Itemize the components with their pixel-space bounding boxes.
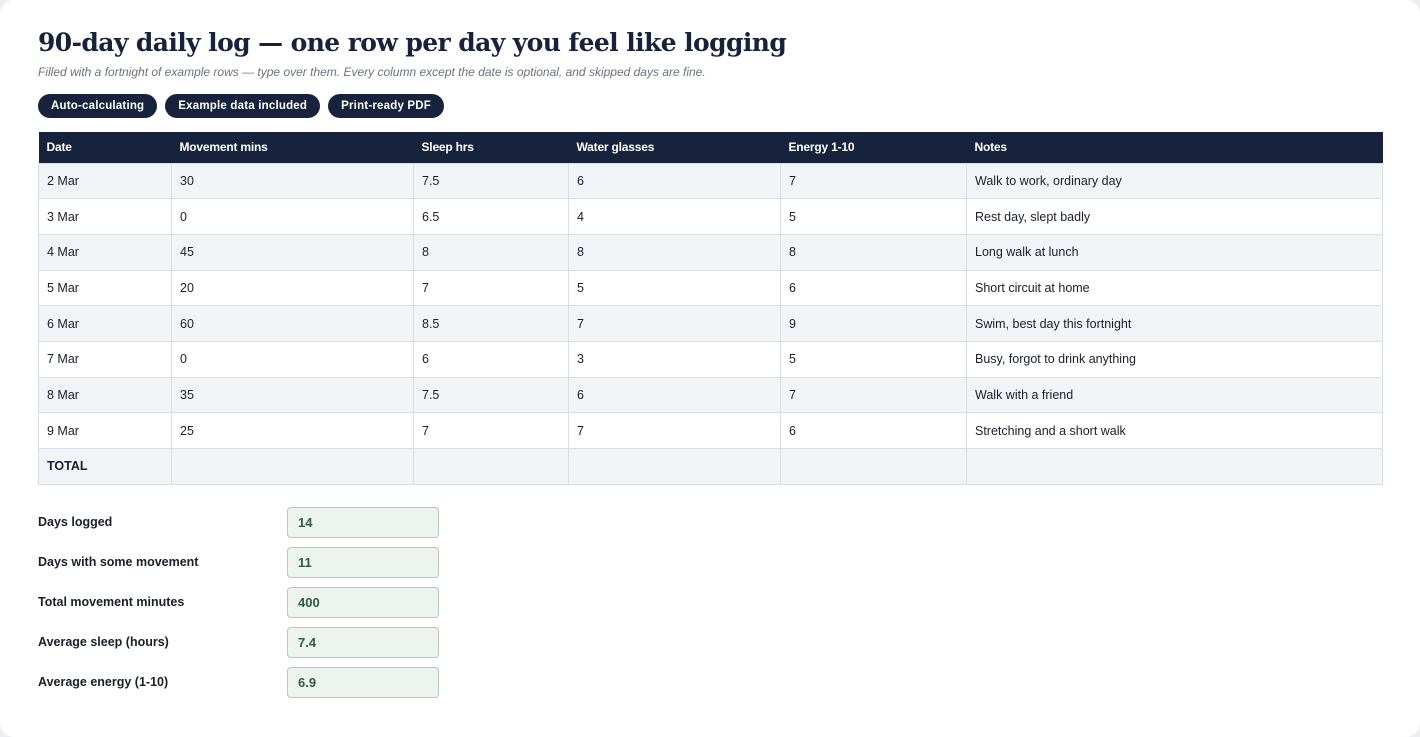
average-energy-value: 6.9 bbox=[287, 666, 439, 698]
cell-date[interactable]: 2 Mar bbox=[38, 162, 172, 200]
cell-date[interactable]: 9 Mar bbox=[38, 412, 172, 449]
cell-water-glasses[interactable]: 5 bbox=[568, 269, 781, 307]
days-logged-value: 14 bbox=[287, 506, 439, 538]
cell-sleep-hrs[interactable]: 8.5 bbox=[413, 305, 569, 342]
summary-row-average-energy: Average energy (1-10) 6.9 bbox=[38, 662, 439, 702]
table-row: 2 Mar 30 7.5 6 7 Walk to work, ordinary day bbox=[38, 162, 1383, 200]
cell-sleep-hrs[interactable]: 7.5 bbox=[413, 162, 569, 200]
cell-date[interactable]: 6 Mar bbox=[38, 305, 172, 342]
table-row: 5 Mar 20 7 5 6 Short circuit at home bbox=[38, 269, 1383, 307]
column-header-movement: Movement mins bbox=[171, 132, 414, 163]
cell-water-glasses[interactable]: 6 bbox=[568, 376, 781, 414]
table-row: 8 Mar 35 7.5 6 7 Walk with a friend bbox=[38, 376, 1383, 414]
summary-label: Average sleep (hours) bbox=[38, 635, 169, 649]
badge-print-ready: Print-ready PDF bbox=[328, 94, 445, 118]
cell-movement-mins[interactable]: 35 bbox=[171, 376, 414, 414]
cell-water-glasses[interactable]: 3 bbox=[568, 340, 781, 378]
summary-label: Days logged bbox=[38, 515, 113, 529]
total-cell bbox=[780, 448, 967, 485]
page-title: 90-day daily log — one row per day you f… bbox=[38, 28, 787, 57]
page-subtitle: Filled with a fortnight of example rows … bbox=[38, 65, 706, 79]
summary-row-days-movement: Days with some movement 11 bbox=[38, 542, 439, 582]
table-row: 7 Mar 0 6 3 5 Busy, forgot to drink anything bbox=[38, 340, 1383, 378]
cell-notes[interactable]: Long walk at lunch bbox=[966, 233, 1383, 271]
total-row: TOTAL bbox=[38, 448, 1383, 485]
summary-row-average-sleep: Average sleep (hours) 7.4 bbox=[38, 622, 439, 662]
total-cell bbox=[568, 448, 781, 485]
column-header-date: Date bbox=[38, 132, 172, 163]
cell-energy[interactable]: 5 bbox=[780, 340, 967, 378]
cell-movement-mins[interactable]: 45 bbox=[171, 233, 414, 271]
table-row: 6 Mar 60 8.5 7 9 Swim, best day this fortnigh… bbox=[38, 305, 1383, 342]
cell-movement-mins[interactable]: 0 bbox=[171, 340, 414, 378]
average-sleep-value: 7.4 bbox=[287, 626, 439, 658]
summary-row-total-movement: Total movement minutes 400 bbox=[38, 582, 439, 622]
summary-label: Average energy (1-10) bbox=[38, 675, 169, 689]
cell-energy[interactable]: 7 bbox=[780, 376, 967, 414]
table-row: 3 Mar 0 6.5 4 5 Rest day, slept badly bbox=[38, 198, 1383, 235]
cell-sleep-hrs[interactable]: 6 bbox=[413, 340, 569, 378]
cell-date[interactable]: 7 Mar bbox=[38, 340, 172, 378]
log-card: 90-day daily log — one row per day you f… bbox=[0, 0, 1420, 737]
cell-date[interactable]: 5 Mar bbox=[38, 269, 172, 307]
cell-sleep-hrs[interactable]: 6.5 bbox=[413, 198, 569, 235]
column-header-energy: Energy 1-10 bbox=[780, 132, 967, 163]
cell-date[interactable]: 8 Mar bbox=[38, 376, 172, 414]
cell-notes[interactable]: Busy, forgot to drink anything bbox=[966, 340, 1383, 378]
cell-notes[interactable]: Walk with a friend bbox=[966, 376, 1383, 414]
summary-row-days-logged: Days logged 14 bbox=[38, 502, 439, 542]
total-movement-value: 400 bbox=[287, 586, 439, 618]
cell-movement-mins[interactable]: 25 bbox=[171, 412, 414, 449]
summary-label: Total movement minutes bbox=[38, 595, 185, 609]
cell-notes[interactable]: Walk to work, ordinary day bbox=[966, 162, 1383, 200]
cell-water-glasses[interactable]: 7 bbox=[568, 305, 781, 342]
cell-movement-mins[interactable]: 0 bbox=[171, 198, 414, 235]
total-cell bbox=[966, 448, 1383, 485]
cell-notes[interactable]: Rest day, slept badly bbox=[966, 198, 1383, 235]
cell-energy[interactable]: 5 bbox=[780, 198, 967, 235]
cell-sleep-hrs[interactable]: 8 bbox=[413, 233, 569, 271]
cell-date[interactable]: 4 Mar bbox=[38, 233, 172, 271]
cell-notes[interactable]: Stretching and a short walk bbox=[966, 412, 1383, 449]
cell-energy[interactable]: 9 bbox=[780, 305, 967, 342]
table-row: 9 Mar 25 7 7 6 Stretching and a short walk bbox=[38, 412, 1383, 449]
daily-log-table: Date Movement mins Sleep hrs Water glass… bbox=[38, 132, 1383, 485]
column-header-sleep: Sleep hrs bbox=[413, 132, 569, 163]
cell-movement-mins[interactable]: 30 bbox=[171, 162, 414, 200]
table-body: 2 Mar 30 7.5 6 7 Walk to work, ordinary day 3 … bbox=[38, 162, 1383, 485]
cell-energy[interactable]: 6 bbox=[780, 269, 967, 307]
summary-label: Days with some movement bbox=[38, 555, 199, 569]
cell-notes[interactable]: Short circuit at home bbox=[966, 269, 1383, 307]
column-header-water: Water glasses bbox=[568, 132, 781, 163]
table-header-row: Date Movement mins Sleep hrs Water glass… bbox=[38, 132, 1383, 163]
feature-badges: Auto-calculating Example data included P… bbox=[38, 94, 445, 118]
cell-movement-mins[interactable]: 60 bbox=[171, 305, 414, 342]
cell-sleep-hrs[interactable]: 7 bbox=[413, 269, 569, 307]
cell-water-glasses[interactable]: 7 bbox=[568, 412, 781, 449]
badge-example-data: Example data included bbox=[165, 94, 321, 118]
cell-water-glasses[interactable]: 6 bbox=[568, 162, 781, 200]
cell-energy[interactable]: 6 bbox=[780, 412, 967, 449]
total-cell bbox=[171, 448, 414, 485]
cell-notes[interactable]: Swim, best day this fortnight bbox=[966, 305, 1383, 342]
table-row: 4 Mar 45 8 8 8 Long walk at lunch bbox=[38, 233, 1383, 271]
column-header-notes: Notes bbox=[966, 132, 1383, 163]
summary-section: Days logged 14 Days with some movement 1… bbox=[38, 502, 439, 702]
total-cell bbox=[413, 448, 569, 485]
total-label: TOTAL bbox=[38, 448, 172, 485]
cell-water-glasses[interactable]: 8 bbox=[568, 233, 781, 271]
cell-sleep-hrs[interactable]: 7 bbox=[413, 412, 569, 449]
badge-auto-calculating: Auto-calculating bbox=[38, 94, 158, 118]
cell-energy[interactable]: 7 bbox=[780, 162, 967, 200]
cell-sleep-hrs[interactable]: 7.5 bbox=[413, 376, 569, 414]
cell-movement-mins[interactable]: 20 bbox=[171, 269, 414, 307]
cell-water-glasses[interactable]: 4 bbox=[568, 198, 781, 235]
cell-date[interactable]: 3 Mar bbox=[38, 198, 172, 235]
days-movement-value: 11 bbox=[287, 546, 439, 578]
cell-energy[interactable]: 8 bbox=[780, 233, 967, 271]
